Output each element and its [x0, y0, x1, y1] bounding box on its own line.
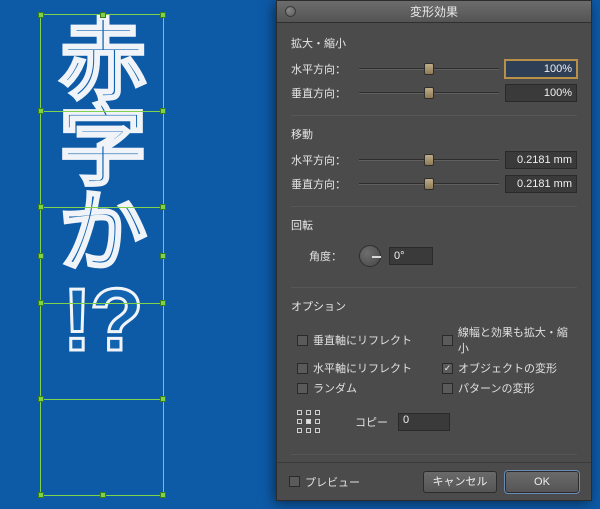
move-horizontal-row: 水平方向： 0.2181 mm: [291, 148, 577, 172]
anchor-handle[interactable]: [38, 396, 44, 402]
checkbox-transform-objects[interactable]: オブジェクトの変形: [442, 360, 577, 376]
scale-vertical-slider[interactable]: [359, 86, 499, 100]
copies-label: コピー: [355, 414, 388, 430]
move-horizontal-slider[interactable]: [359, 153, 499, 167]
angle-dial[interactable]: [359, 245, 381, 267]
ok-button[interactable]: OK: [505, 471, 579, 493]
copies-input[interactable]: 0: [398, 413, 450, 431]
glyph: か: [42, 190, 162, 276]
checkbox-label: プレビュー: [305, 474, 360, 490]
copies-row: コピー 0: [291, 404, 577, 444]
resize-handle-s[interactable]: [100, 492, 106, 498]
resize-handle-sw[interactable]: [38, 492, 44, 498]
label: 垂直方向：: [291, 85, 353, 101]
canvas-selected-text[interactable]: 赤 字 か !?: [42, 18, 162, 363]
section-label-move: 移動: [291, 126, 577, 142]
checkbox-label: オブジェクトの変形: [458, 360, 557, 376]
angle-input[interactable]: 0°: [389, 247, 433, 265]
checkbox-label: 水平軸にリフレクト: [313, 360, 412, 376]
section-label-scale: 拡大・縮小: [291, 35, 577, 51]
scale-vertical-input[interactable]: 100%: [505, 84, 577, 102]
checkbox-label: ランダム: [313, 380, 357, 396]
checkbox-reflect-vertical[interactable]: 垂直軸にリフレクト: [297, 324, 432, 356]
resize-handle-se[interactable]: [160, 492, 166, 498]
move-vertical-input[interactable]: 0.2181 mm: [505, 175, 577, 193]
dialog-footer: プレビュー キャンセル OK: [277, 462, 591, 500]
checkbox-preview[interactable]: プレビュー: [289, 474, 360, 490]
separator: [291, 287, 577, 288]
section-label-options: オプション: [291, 298, 577, 314]
label: 水平方向：: [291, 152, 353, 168]
transform-effect-dialog: 変形効果 拡大・縮小 水平方向： 100% 垂直方向： 100% 移動 水平方向…: [276, 0, 592, 501]
section-label-rotate: 回転: [291, 217, 577, 233]
checkbox-reflect-horizontal[interactable]: 水平軸にリフレクト: [297, 360, 432, 376]
checkbox-label: 線幅と効果も拡大・縮小: [458, 324, 577, 356]
slider-thumb[interactable]: [424, 154, 434, 166]
label: 水平方向：: [291, 61, 353, 77]
anchor-handle[interactable]: [160, 396, 166, 402]
dialog-body: 拡大・縮小 水平方向： 100% 垂直方向： 100% 移動 水平方向：: [277, 23, 591, 465]
options-grid: 垂直軸にリフレクト 線幅と効果も拡大・縮小 水平軸にリフレクト オブジェクトの変…: [291, 320, 577, 404]
checkbox-scale-strokes[interactable]: 線幅と効果も拡大・縮小: [442, 324, 577, 356]
reference-point-selector[interactable]: [297, 410, 321, 434]
rotate-row: 角度： 0°: [291, 239, 577, 277]
checkbox-label: 垂直軸にリフレクト: [313, 332, 412, 348]
cancel-button[interactable]: キャンセル: [423, 471, 497, 493]
dialog-titlebar[interactable]: 変形効果: [277, 1, 591, 23]
label: 角度：: [309, 248, 351, 264]
scale-horizontal-slider[interactable]: [359, 62, 499, 76]
scale-vertical-row: 垂直方向： 100%: [291, 81, 577, 105]
checkbox-random[interactable]: ランダム: [297, 380, 432, 396]
glyph: 字: [42, 104, 162, 190]
scale-horizontal-row: 水平方向： 100%: [291, 57, 577, 81]
selection-guide: [41, 399, 163, 400]
slider-thumb[interactable]: [424, 178, 434, 190]
separator: [291, 115, 577, 116]
checkbox-transform-patterns[interactable]: パターンの変形: [442, 380, 577, 396]
slider-thumb[interactable]: [424, 63, 434, 75]
separator: [291, 454, 577, 455]
scale-horizontal-input[interactable]: 100%: [505, 60, 577, 78]
slider-thumb[interactable]: [424, 87, 434, 99]
move-vertical-row: 垂直方向： 0.2181 mm: [291, 172, 577, 196]
checkbox-label: パターンの変形: [458, 380, 534, 396]
dialog-title: 変形効果: [277, 3, 591, 20]
separator: [291, 206, 577, 207]
move-horizontal-input[interactable]: 0.2181 mm: [505, 151, 577, 169]
glyph: 赤: [42, 18, 162, 104]
label: 垂直方向：: [291, 176, 353, 192]
glyph: !?: [42, 277, 162, 363]
move-vertical-slider[interactable]: [359, 177, 499, 191]
